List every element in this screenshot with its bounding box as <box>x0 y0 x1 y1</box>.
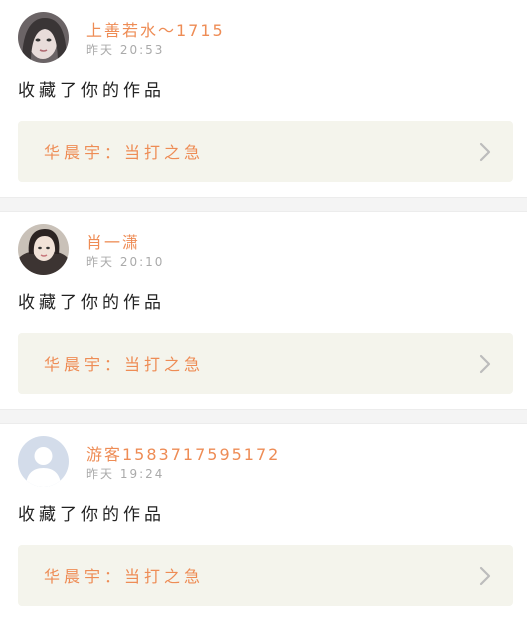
work-title: 华晨宇：当打之急 <box>44 355 205 374</box>
work-title: 华晨宇：当打之急 <box>44 143 205 162</box>
user-photo-icon <box>18 224 69 275</box>
notification-feed: 上善若水～1715 昨天 20:53 收藏了你的作品 华晨宇：当打之急 肖一潇 … <box>0 0 527 623</box>
timestamp: 昨天 20:10 <box>86 255 165 269</box>
notification-card: 游客15837175951​72 昨天 19:24 收藏了你的作品 华晨宇：当打… <box>0 424 527 621</box>
avatar[interactable] <box>18 436 69 487</box>
work-link[interactable]: 华晨宇：当打之急 <box>18 333 513 394</box>
chevron-right-icon <box>479 566 491 586</box>
chevron-right-icon <box>479 354 491 374</box>
action-text: 收藏了你的作品 <box>18 81 165 101</box>
user-name[interactable]: 游客15837175951​72 <box>86 441 280 465</box>
user-name[interactable]: 肖一潇 <box>86 229 140 253</box>
card-header: 游客15837175951​72 昨天 19:24 <box>18 424 513 490</box>
timestamp: 昨天 19:24 <box>86 467 165 481</box>
card-separator <box>0 409 527 424</box>
work-link[interactable]: 华晨宇：当打之急 <box>18 545 513 606</box>
work-link[interactable]: 华晨宇：当打之急 <box>18 121 513 182</box>
avatar[interactable] <box>18 224 69 275</box>
card-header: 肖一潇 昨天 20:10 <box>18 212 513 278</box>
work-title: 华晨宇：当打之急 <box>44 567 205 586</box>
action-text: 收藏了你的作品 <box>18 293 165 313</box>
user-photo-icon <box>18 12 69 63</box>
notification-card: 肖一潇 昨天 20:10 收藏了你的作品 华晨宇：当打之急 <box>0 212 527 409</box>
avatar[interactable] <box>18 12 69 63</box>
user-name[interactable]: 上善若水～1715 <box>86 17 225 41</box>
notification-card: 上善若水～1715 昨天 20:53 收藏了你的作品 华晨宇：当打之急 <box>0 0 527 197</box>
action-text: 收藏了你的作品 <box>18 505 165 525</box>
chevron-right-icon <box>479 142 491 162</box>
card-header: 上善若水～1715 昨天 20:53 <box>18 0 513 66</box>
card-separator <box>0 197 527 212</box>
timestamp: 昨天 20:53 <box>86 43 165 57</box>
default-avatar-icon <box>18 436 69 487</box>
